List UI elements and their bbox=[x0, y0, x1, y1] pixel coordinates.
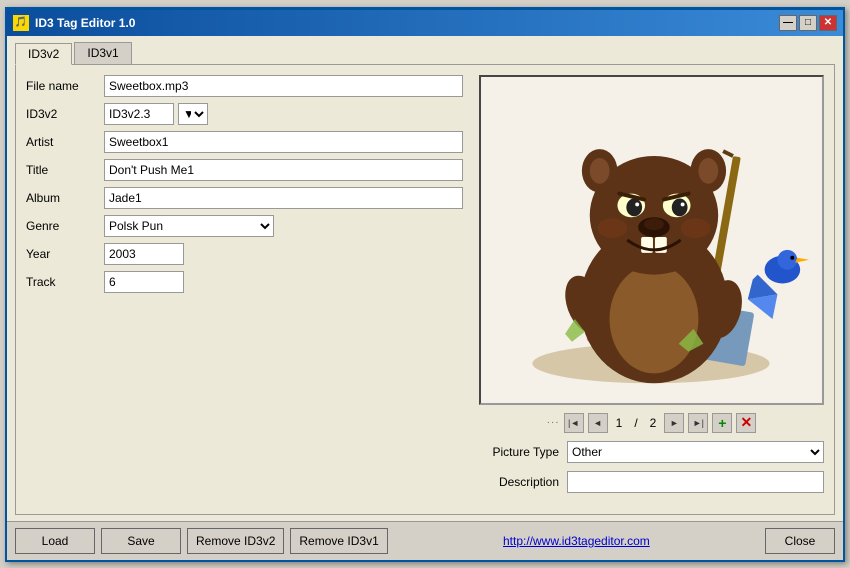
tab-id3v2[interactable]: ID3v2 bbox=[15, 43, 72, 65]
website-link[interactable]: http://www.id3tageditor.com bbox=[503, 534, 650, 548]
main-area: File name ID3v2 ▼ bbox=[26, 75, 824, 504]
album-art-svg bbox=[481, 77, 822, 403]
tab-id3v1[interactable]: ID3v1 bbox=[74, 42, 131, 64]
artist-label: Artist bbox=[26, 135, 96, 149]
main-window: 🎵 ID3 Tag Editor 1.0 — □ ✕ ID3v2 ID3v1 F… bbox=[5, 7, 845, 562]
maximize-button[interactable]: □ bbox=[799, 15, 817, 31]
remove-id3v1-button[interactable]: Remove ID3v1 bbox=[290, 528, 387, 554]
description-input[interactable] bbox=[567, 471, 824, 493]
nav-prev-button[interactable]: ◄ bbox=[588, 413, 608, 433]
window-title: ID3 Tag Editor 1.0 bbox=[35, 16, 135, 30]
nav-first-button[interactable]: |◄ bbox=[564, 413, 584, 433]
description-label: Description bbox=[479, 475, 559, 489]
id3v2-label: ID3v2 bbox=[26, 107, 96, 121]
nav-controls: ··· |◄ ◄ 1 / 2 ► ►| + ✕ bbox=[479, 413, 824, 433]
titlebar-close-button[interactable]: ✕ bbox=[819, 15, 837, 31]
genre-select[interactable]: Polsk Pun Pop Rock Jazz Classical Other bbox=[104, 215, 274, 237]
album-input[interactable] bbox=[104, 187, 463, 209]
tab-content: File name ID3v2 ▼ bbox=[15, 64, 835, 515]
nav-separator: / bbox=[630, 416, 641, 430]
right-panel: ··· |◄ ◄ 1 / 2 ► ►| + ✕ Picture Type bbox=[479, 75, 824, 504]
add-image-button[interactable]: + bbox=[712, 413, 732, 433]
id3v2-version-select[interactable]: ▼ bbox=[178, 103, 208, 125]
save-button[interactable]: Save bbox=[101, 528, 181, 554]
filename-row: File name bbox=[26, 75, 463, 97]
left-panel: File name ID3v2 ▼ bbox=[26, 75, 463, 504]
album-row: Album bbox=[26, 187, 463, 209]
remove-image-button[interactable]: ✕ bbox=[736, 413, 756, 433]
nav-dots: ··· bbox=[547, 417, 560, 428]
title-bar: 🎵 ID3 Tag Editor 1.0 — □ ✕ bbox=[7, 10, 843, 36]
nav-last-button[interactable]: ►| bbox=[688, 413, 708, 433]
tabs-bar: ID3v2 ID3v1 bbox=[15, 42, 835, 64]
filename-label: File name bbox=[26, 79, 96, 93]
app-icon: 🎵 bbox=[13, 15, 29, 31]
description-row: Description bbox=[479, 471, 824, 493]
title-input[interactable] bbox=[104, 159, 463, 181]
track-input[interactable] bbox=[104, 271, 184, 293]
filename-input[interactable] bbox=[104, 75, 463, 97]
title-row: Title bbox=[26, 159, 463, 181]
genre-label: Genre bbox=[26, 219, 96, 233]
title-buttons: — □ ✕ bbox=[779, 15, 837, 31]
track-label: Track bbox=[26, 275, 96, 289]
content-area: ID3v2 ID3v1 File name ID3v2 bbox=[7, 36, 843, 521]
artist-input[interactable] bbox=[104, 131, 463, 153]
nav-next-button[interactable]: ► bbox=[664, 413, 684, 433]
track-row: Track bbox=[26, 271, 463, 293]
id3v2-version-row: ▼ bbox=[104, 103, 208, 125]
artist-row: Artist bbox=[26, 131, 463, 153]
nav-current-page: 1 bbox=[612, 416, 627, 430]
minimize-button[interactable]: — bbox=[779, 15, 797, 31]
title-bar-left: 🎵 ID3 Tag Editor 1.0 bbox=[13, 15, 135, 31]
id3v2-row: ID3v2 ▼ bbox=[26, 103, 463, 125]
picture-type-label: Picture Type bbox=[479, 445, 559, 459]
load-button[interactable]: Load bbox=[15, 528, 95, 554]
id3v2-version-input[interactable] bbox=[104, 103, 174, 125]
title-label: Title bbox=[26, 163, 96, 177]
picture-type-row: Picture Type Other Cover (front) Cover (… bbox=[479, 441, 824, 463]
album-art bbox=[479, 75, 824, 405]
close-button[interactable]: Close bbox=[765, 528, 835, 554]
remove-id3v2-button[interactable]: Remove ID3v2 bbox=[187, 528, 284, 554]
nav-total-pages: 2 bbox=[646, 416, 661, 430]
genre-row: Genre Polsk Pun Pop Rock Jazz Classical … bbox=[26, 215, 463, 237]
bottom-bar: Load Save Remove ID3v2 Remove ID3v1 http… bbox=[7, 521, 843, 560]
year-row: Year bbox=[26, 243, 463, 265]
album-label: Album bbox=[26, 191, 96, 205]
bottom-left-buttons: Load Save Remove ID3v2 Remove ID3v1 bbox=[15, 528, 388, 554]
year-label: Year bbox=[26, 247, 96, 261]
picture-type-select[interactable]: Other Cover (front) Cover (back) File ic… bbox=[567, 441, 824, 463]
year-input[interactable] bbox=[104, 243, 184, 265]
